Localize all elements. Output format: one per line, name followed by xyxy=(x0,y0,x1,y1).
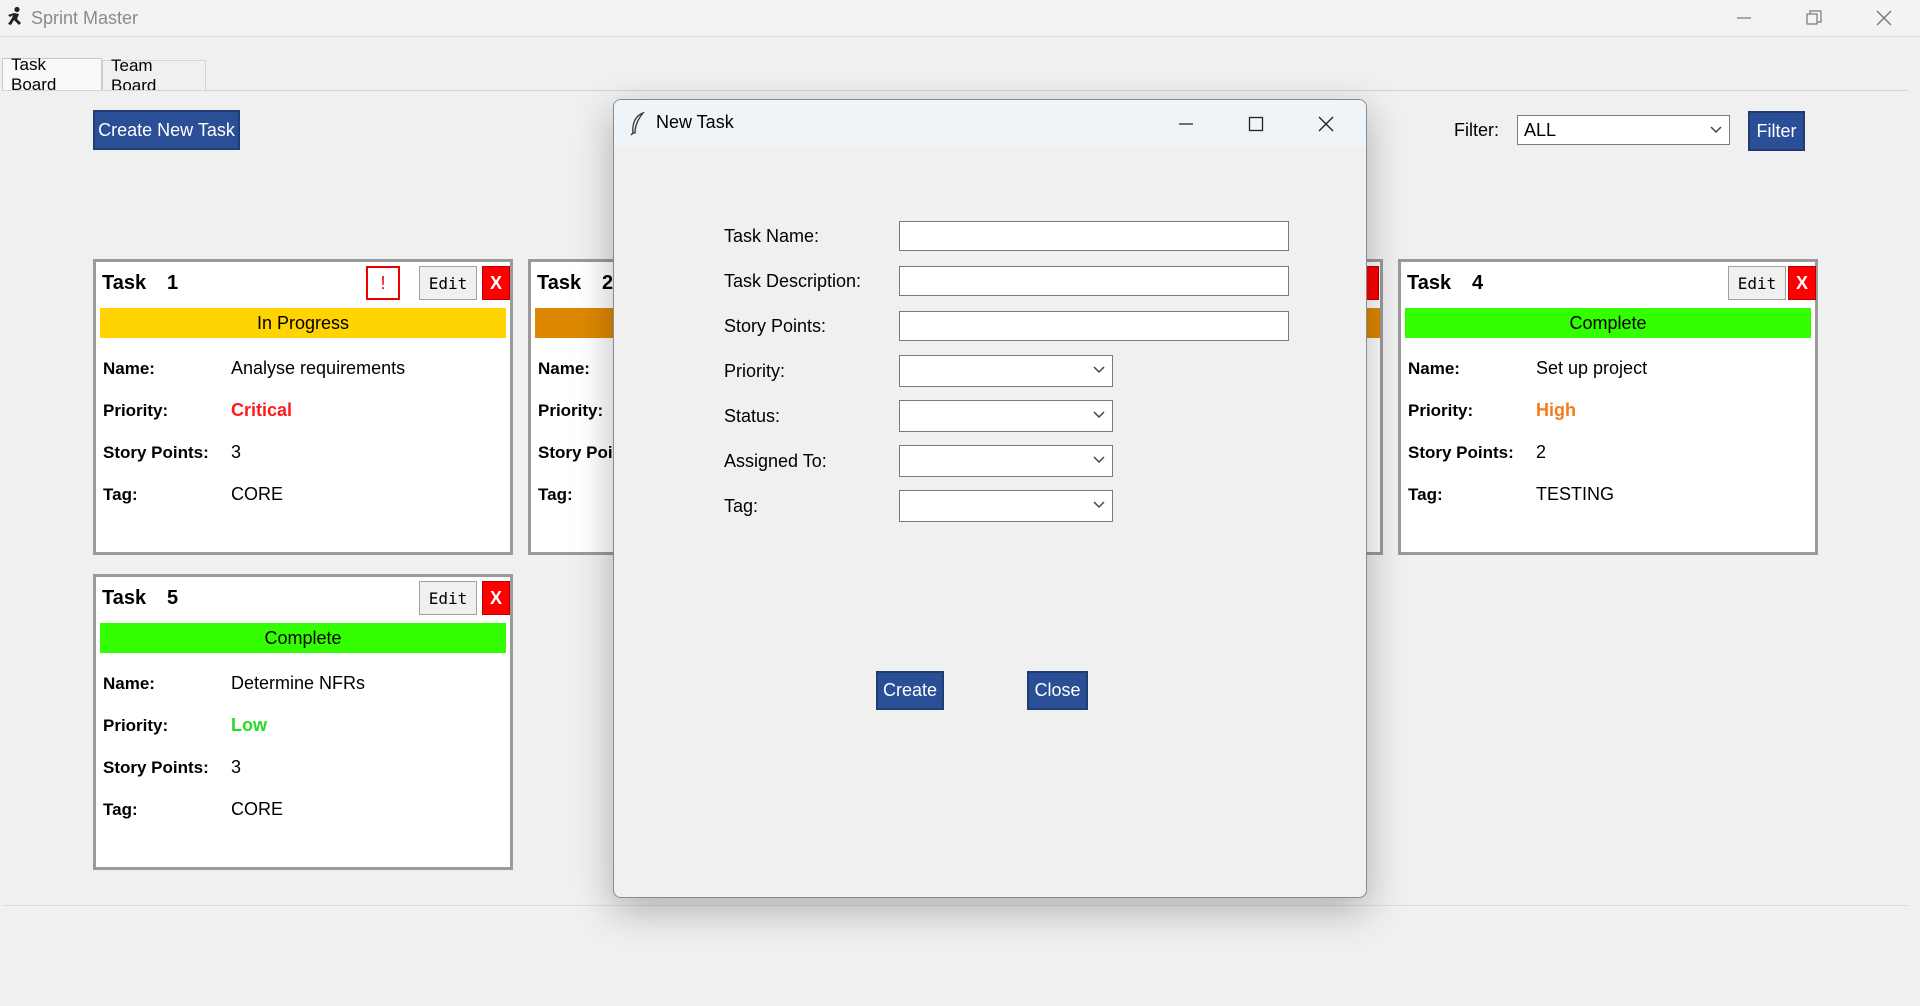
name-label: Name: xyxy=(103,359,155,378)
delete-button[interactable]: X xyxy=(482,266,510,300)
runner-icon xyxy=(8,6,21,25)
create-new-task-button[interactable]: Create New Task xyxy=(93,110,240,150)
chevron-down-icon xyxy=(1093,456,1105,464)
edit-button[interactable]: Edit xyxy=(419,266,477,300)
chevron-down-icon xyxy=(1093,411,1105,419)
close-icon xyxy=(1876,10,1892,26)
name-value: Determine NFRs xyxy=(231,673,366,693)
card-number: 5 xyxy=(167,587,179,609)
story-points-value: 3 xyxy=(231,442,242,462)
feather-icon xyxy=(630,112,645,136)
story-points-label: Story Points: xyxy=(103,758,209,777)
chevron-down-icon xyxy=(1093,366,1105,374)
priority-select[interactable] xyxy=(899,355,1113,387)
minimize-icon xyxy=(1179,123,1193,125)
card-title: Task xyxy=(102,272,147,294)
status-label: Status: xyxy=(724,406,781,426)
priority-label: Priority: xyxy=(103,401,169,420)
app-title: Sprint Master xyxy=(31,8,139,28)
task-card: Task 5 Edit X Complete Name: Determine N… xyxy=(93,574,513,870)
assigned-to-label: Assigned To: xyxy=(724,451,827,471)
edit-button[interactable]: Edit xyxy=(1728,266,1786,300)
name-value: Set up project xyxy=(1536,358,1648,378)
new-task-dialog: New Task Task Name: Task Description: St… xyxy=(613,99,1367,898)
priority-value: Critical xyxy=(231,400,293,420)
tag-value: TESTING xyxy=(1536,484,1615,504)
task-name-label: Task Name: xyxy=(724,226,820,246)
assigned-to-select[interactable] xyxy=(899,445,1113,477)
warning-icon[interactable]: ! xyxy=(366,266,400,300)
card-title: Task xyxy=(102,587,147,609)
task-card: Task 4 Edit X Complete Name: Set up proj… xyxy=(1398,259,1818,555)
close-button[interactable]: Close xyxy=(1027,671,1088,710)
close-window-button[interactable] xyxy=(1850,0,1918,36)
name-value: Analyse requirements xyxy=(231,358,406,378)
name-label: Name: xyxy=(1408,359,1460,378)
filter-button[interactable]: Filter xyxy=(1748,111,1805,151)
story-points-label: Story Poi xyxy=(538,443,613,462)
priority-label: Priority: xyxy=(1408,401,1474,420)
tag-value: CORE xyxy=(231,799,284,819)
priority-value: Low xyxy=(231,715,267,735)
priority-value: High xyxy=(1536,400,1576,420)
dialog-title-bar: New Task xyxy=(614,100,1366,148)
status-bar: Complete xyxy=(1405,308,1811,338)
story-points-value: 3 xyxy=(231,757,242,777)
edit-button[interactable]: Edit xyxy=(419,581,477,615)
close-icon xyxy=(1318,116,1334,132)
dialog-title: New Task xyxy=(656,112,734,132)
priority-label: Priority: xyxy=(538,401,604,420)
dialog-maximize-button[interactable] xyxy=(1236,108,1276,140)
filter-value: ALL xyxy=(1524,119,1557,140)
dialog-minimize-button[interactable] xyxy=(1166,108,1206,140)
create-button[interactable]: Create xyxy=(876,671,944,710)
maximize-icon xyxy=(1248,116,1264,132)
dialog-close-icon-button[interactable] xyxy=(1306,108,1346,140)
priority-label: Priority: xyxy=(724,361,786,381)
card-number: 2 xyxy=(602,272,614,294)
card-number: 4 xyxy=(1472,272,1484,294)
tag-label: Tag: xyxy=(103,800,138,819)
app-title-bar: Sprint Master xyxy=(0,0,1920,37)
tab-task-board[interactable]: Task Board xyxy=(2,55,102,94)
task-description-label: Task Description: xyxy=(724,271,862,291)
status-bar: In Progress xyxy=(100,308,506,338)
tag-label: Tag: xyxy=(103,485,138,504)
story-points-label: Story Points: xyxy=(103,443,209,462)
task-card: Task 1 ! Edit X In Progress Name: Analys… xyxy=(93,259,513,555)
chevron-down-icon xyxy=(1093,501,1105,509)
chevron-down-icon xyxy=(1710,126,1722,134)
priority-label: Priority: xyxy=(103,716,169,735)
minimize-button[interactable] xyxy=(1710,0,1778,36)
status-bar: Complete xyxy=(100,623,506,653)
filter-label: Filter: xyxy=(1454,120,1499,140)
card-title: Task xyxy=(537,272,582,294)
story-points-value: 2 xyxy=(1536,442,1547,462)
name-label: Name: xyxy=(103,674,155,693)
delete-button[interactable]: X xyxy=(1788,266,1816,300)
status-select[interactable] xyxy=(899,400,1113,432)
task-name-input[interactable] xyxy=(899,221,1289,251)
name-label: Name: xyxy=(538,359,590,378)
story-points-label: Story Points: xyxy=(1408,443,1514,462)
restore-icon xyxy=(1806,10,1822,25)
story-points-label: Story Points: xyxy=(724,316,827,336)
task-description-input[interactable] xyxy=(899,266,1289,296)
card-number: 1 xyxy=(167,272,179,294)
tab-team-board[interactable]: Team Board xyxy=(102,56,206,95)
restore-button[interactable] xyxy=(1780,0,1848,36)
tag-label: Tag: xyxy=(724,496,759,516)
card-title: Task xyxy=(1407,272,1452,294)
minimize-icon xyxy=(1737,17,1751,19)
tag-select[interactable] xyxy=(899,490,1113,522)
tag-value: CORE xyxy=(231,484,284,504)
delete-button[interactable]: X xyxy=(482,581,510,615)
story-points-input[interactable] xyxy=(899,311,1289,341)
tag-label: Tag: xyxy=(1408,485,1443,504)
filter-select[interactable]: ALL xyxy=(1517,115,1730,145)
tag-label: Tag: xyxy=(538,485,573,504)
